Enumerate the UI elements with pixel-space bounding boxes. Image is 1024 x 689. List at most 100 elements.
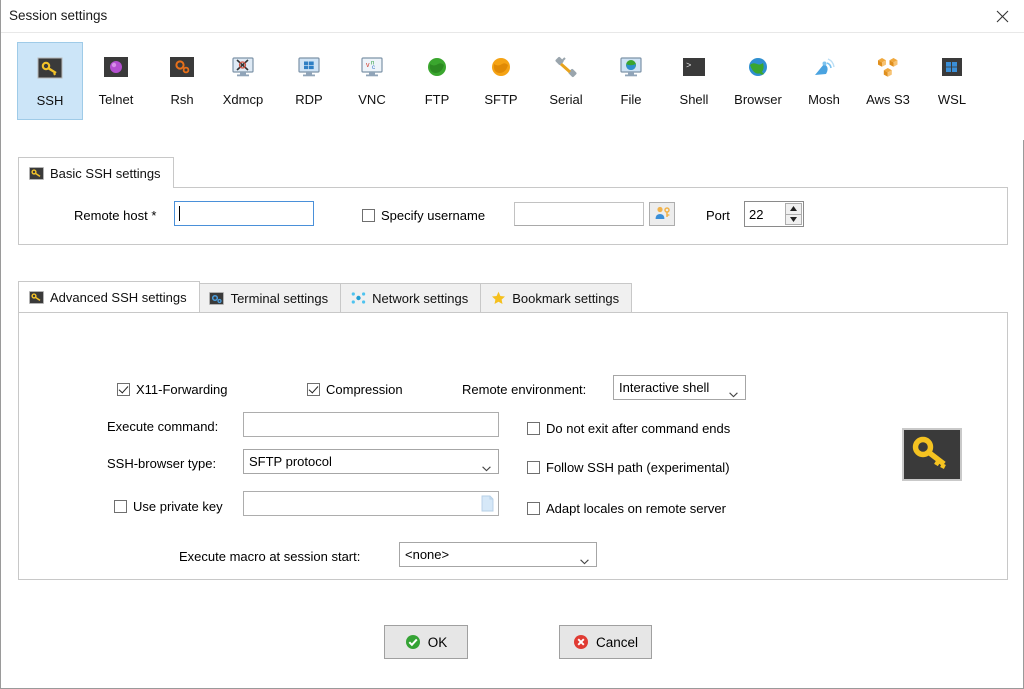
windows-square-icon: [936, 51, 968, 83]
terminal-gear-icon: [209, 290, 225, 306]
specify-username-checkbox[interactable]: Specify username: [362, 208, 485, 223]
adapt-locales-checkbox[interactable]: Adapt locales on remote server: [527, 501, 726, 516]
globe-blue-icon: [742, 51, 774, 83]
private-key-path-input[interactable]: [243, 491, 499, 516]
protocol-rdp[interactable]: RDP: [276, 42, 342, 120]
username-input[interactable]: [514, 202, 644, 226]
protocol-ftp[interactable]: FTP: [404, 42, 470, 120]
checkbox-box: [527, 422, 540, 435]
tab-label: Bookmark settings: [512, 290, 620, 306]
checkbox-box: [527, 502, 540, 515]
text-caret: [179, 206, 180, 221]
protocol-telnet[interactable]: Telnet: [83, 42, 149, 120]
checkbox-box: [527, 461, 540, 474]
protocol-label: Telnet: [98, 92, 134, 107]
port-spinner-up[interactable]: [785, 203, 802, 215]
star-icon: [490, 290, 506, 306]
chevron-down-icon: [729, 386, 738, 397]
basic-ssh-panel: Remote host * Specify username Port 22: [18, 187, 1008, 245]
purple-blob-icon: [100, 51, 132, 83]
compression-checkbox[interactable]: Compression: [307, 382, 403, 397]
globe-green-icon: [421, 51, 453, 83]
port-value: 22: [749, 206, 764, 222]
tab-label: Advanced SSH settings: [50, 289, 187, 305]
tab-label: Basic SSH settings: [50, 165, 161, 181]
do-not-exit-checkbox[interactable]: Do not exit after command ends: [527, 421, 730, 436]
execute-macro-label: Execute macro at session start:: [179, 549, 361, 564]
checkbox-box: [117, 383, 130, 396]
protocol-label: WSL: [937, 92, 967, 107]
window-title: Session settings: [9, 8, 108, 23]
ssh-browser-type-select[interactable]: SFTP protocol: [243, 449, 499, 474]
checkbox-box: [362, 209, 375, 222]
execute-macro-value: <none>: [405, 547, 450, 562]
cancel-button[interactable]: Cancel: [559, 625, 652, 659]
protocol-ssh[interactable]: SSH: [17, 42, 83, 120]
user-key-icon: [654, 205, 671, 224]
protocol-file[interactable]: File: [598, 42, 664, 120]
file-page-icon[interactable]: [481, 495, 494, 515]
protocol-mosh[interactable]: Mosh: [791, 42, 857, 120]
close-button[interactable]: [979, 0, 1024, 32]
port-input[interactable]: 22: [744, 201, 804, 227]
tab-basic-ssh-settings[interactable]: Basic SSH settings: [18, 157, 174, 188]
tab-terminal-settings[interactable]: Terminal settings: [198, 283, 342, 312]
ok-button[interactable]: OK: [384, 625, 468, 659]
protocol-browser[interactable]: Browser: [725, 42, 791, 120]
protocol-label: Serial: [549, 92, 583, 107]
protocol-aws-s3[interactable]: Aws S3: [855, 42, 921, 120]
execute-macro-select[interactable]: <none>: [399, 542, 597, 567]
session-settings-dialog: Session settings SSH Telnet Rsh Xdmcp RD…: [0, 0, 1024, 689]
tab-label: Network settings: [372, 290, 469, 306]
close-icon: [996, 10, 1008, 22]
ok-label: OK: [427, 634, 448, 650]
protocol-serial[interactable]: Serial: [533, 42, 599, 120]
red-x-icon: [573, 634, 589, 650]
x11-forwarding-checkbox[interactable]: X11-Forwarding: [117, 382, 228, 397]
protocol-label: Xdmcp: [222, 92, 264, 107]
port-spinner: [785, 203, 802, 225]
satellite-dish-icon: [808, 51, 840, 83]
basic-tabstrip: Basic SSH settings: [18, 157, 174, 188]
use-private-key-label: Use private key: [133, 499, 223, 514]
key-dark-icon: [34, 52, 66, 84]
do-not-exit-label: Do not exit after command ends: [546, 421, 731, 436]
gold-key-graphic: [902, 428, 962, 481]
tab-bookmark-settings[interactable]: Bookmark settings: [480, 283, 633, 312]
protocol-wsl[interactable]: WSL: [919, 42, 985, 120]
use-private-key-checkbox[interactable]: Use private key: [114, 499, 223, 514]
protocol-sftp[interactable]: SFTP: [468, 42, 534, 120]
tab-advanced-ssh-settings[interactable]: Advanced SSH settings: [18, 281, 200, 312]
protocol-label: FTP: [424, 92, 450, 107]
protocol-label: VNC: [358, 92, 386, 107]
ssh-browser-type-label: SSH-browser type:: [107, 456, 217, 471]
protocol-xdmcp[interactable]: Xdmcp: [210, 42, 276, 120]
caret-down-icon: [790, 216, 797, 222]
terminal-icon: >: [678, 51, 710, 83]
svg-text:>: >: [686, 61, 691, 71]
compression-label: Compression: [326, 382, 403, 397]
follow-ssh-path-checkbox[interactable]: Follow SSH path (experimental): [527, 460, 730, 475]
execute-command-input[interactable]: [243, 412, 499, 437]
protocol-label: Rsh: [170, 92, 194, 107]
chevron-down-icon: [482, 460, 491, 471]
remote-environment-select[interactable]: Interactive shell: [613, 375, 746, 400]
protocol-vnc[interactable]: v n c VNC: [339, 42, 405, 120]
tab-network-settings[interactable]: Network settings: [340, 283, 482, 312]
port-spinner-down[interactable]: [785, 214, 802, 225]
adapt-locales-label: Adapt locales on remote server: [546, 501, 726, 516]
svg-text:c: c: [372, 65, 375, 71]
protocol-label: Browser: [734, 92, 782, 107]
username-picker-button[interactable]: [649, 202, 675, 226]
remote-host-input[interactable]: [174, 201, 314, 226]
advanced-tabstrip: Advanced SSH settings Terminal settings: [18, 281, 633, 312]
monitor-globe-icon: [615, 51, 647, 83]
protocol-shell[interactable]: > Shell: [661, 42, 727, 120]
protocol-rsh[interactable]: Rsh: [149, 42, 215, 120]
remote-environment-label: Remote environment:: [462, 382, 587, 397]
ssh-browser-type-value: SFTP protocol: [249, 454, 332, 469]
chevron-down-icon: [580, 553, 589, 564]
orange-gear-icon: [166, 51, 198, 83]
checkbox-box: [307, 383, 320, 396]
protocol-toolbar: SSH Telnet Rsh Xdmcp RDP v n c VNC FTP S…: [1, 33, 1024, 140]
